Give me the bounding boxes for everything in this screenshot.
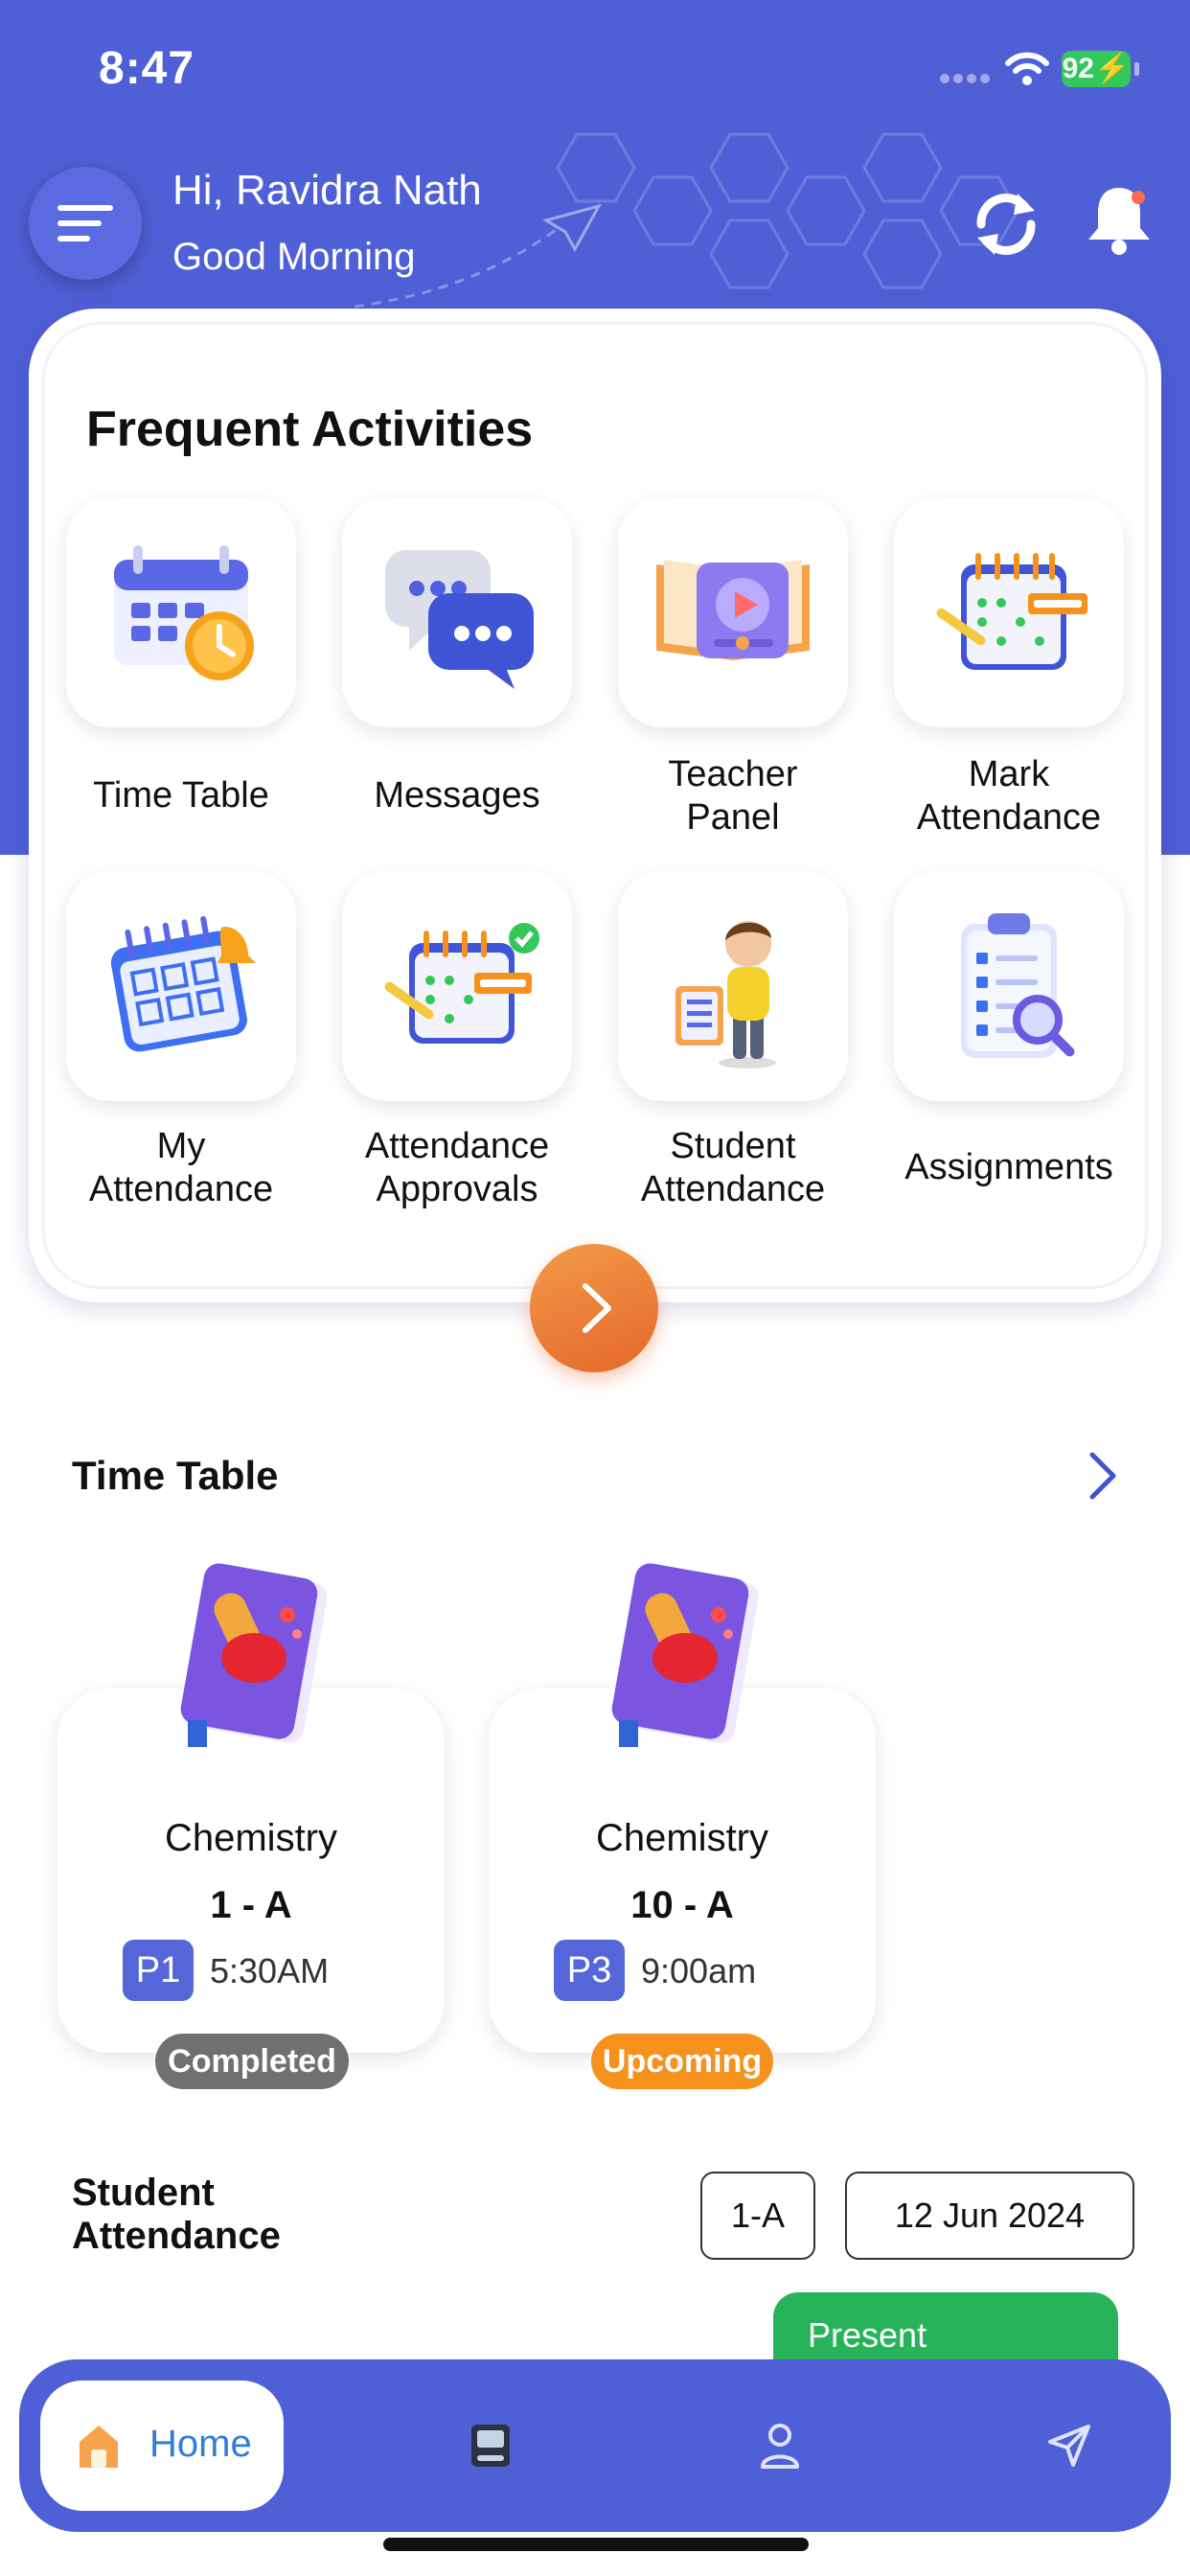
activity-tile-student-attendance[interactable] <box>618 871 848 1101</box>
clipboard-search-icon <box>961 913 1075 1058</box>
activity-label: Attendance Approvals <box>364 1126 550 1209</box>
sync-icon[interactable] <box>968 186 1044 263</box>
timetable-subject: Chemistry <box>595 1817 769 1859</box>
student-attendance-title: Student Attendance <box>72 2172 281 2257</box>
activity-label: Student Attendance <box>640 1126 826 1209</box>
charging-icon: ⚡ <box>1094 53 1131 84</box>
wifi-icon <box>1005 52 1049 85</box>
period-badge: P1 <box>123 1940 194 2001</box>
nav-home-label: Home <box>149 2423 252 2465</box>
timetable-title: Time Table <box>72 1453 279 1498</box>
activity-label: My Attendance <box>88 1126 274 1209</box>
period-badge: P3 <box>554 1940 625 2001</box>
battery-level: 92 <box>1062 53 1094 84</box>
timetable-time: 5:30AM <box>210 1951 330 1990</box>
activity-tile-time-table[interactable] <box>66 497 296 727</box>
activity-label: Time Table <box>93 775 269 816</box>
activity-label: Teacher Panel <box>668 754 798 838</box>
activity-tile-teacher-panel[interactable] <box>618 497 848 727</box>
approval-sheet-icon <box>384 923 539 1044</box>
status-bar: 8:47 92⚡ <box>0 0 1190 144</box>
frequent-activities-title: Frequent Activities <box>86 402 534 457</box>
class-filter-select[interactable]: 1-A <box>700 2172 815 2260</box>
greeting-name: Hi, Ravidra Nath <box>172 167 482 214</box>
timetable-subject: Chemistry <box>164 1817 338 1859</box>
battery-indicator: 92⚡ <box>1062 51 1131 87</box>
menu-icon-line <box>57 220 102 226</box>
activity-tile-messages[interactable] <box>342 497 572 727</box>
attendance-sheet-icon <box>936 553 1087 670</box>
timetable-class: 1 - A <box>210 1884 292 1926</box>
book-icon[interactable] <box>468 2421 514 2471</box>
timetable-chevron-right-icon[interactable] <box>1083 1449 1121 1503</box>
greeting-subtitle: Good Morning <box>172 236 416 278</box>
calendar-clock-icon <box>114 545 254 680</box>
chemistry-book-icon <box>611 1563 759 1747</box>
home-icon <box>80 2426 118 2468</box>
profile-icon[interactable] <box>759 2421 801 2471</box>
date-filter-select[interactable]: 12 Jun 2024 <box>845 2172 1134 2260</box>
status-time: 8:47 <box>99 43 195 94</box>
activity-label: Messages <box>374 775 540 816</box>
chat-bubbles-icon <box>385 550 534 689</box>
student-figure-icon <box>675 921 776 1069</box>
timetable-class: 10 - A <box>630 1884 734 1926</box>
chemistry-book-icon <box>180 1563 328 1747</box>
menu-icon-line <box>57 236 90 242</box>
cellular-signal-icon <box>940 74 990 83</box>
activity-tile-my-attendance[interactable] <box>66 871 296 1101</box>
status-badge-completed: Completed <box>155 2034 349 2089</box>
more-activities-button[interactable] <box>530 1244 658 1372</box>
chevron-right-icon <box>583 1283 611 1333</box>
activity-label: Assignments <box>904 1147 1113 1187</box>
menu-button[interactable] <box>29 167 142 280</box>
timetable-time: 9:00am <box>641 1951 757 1990</box>
activity-tile-attendance-approvals[interactable] <box>342 871 572 1101</box>
home-indicator <box>383 2538 809 2551</box>
calendar-check-icon <box>110 915 256 1052</box>
menu-icon <box>57 205 113 211</box>
activity-tile-mark-attendance[interactable] <box>894 497 1124 727</box>
activity-label: Mark Attendance <box>916 754 1102 838</box>
activity-tile-assignments[interactable] <box>894 871 1124 1101</box>
notification-bell-icon[interactable] <box>1083 182 1156 259</box>
book-video-icon <box>656 560 810 660</box>
battery-nub <box>1134 62 1139 76</box>
status-badge-upcoming: Upcoming <box>591 2034 773 2089</box>
send-icon[interactable] <box>1046 2423 1092 2469</box>
